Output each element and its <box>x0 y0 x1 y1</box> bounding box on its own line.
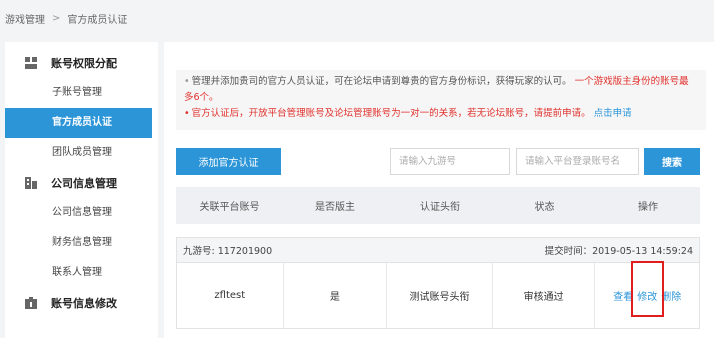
sidebar-group-account-edit: 账号信息修改 <box>5 288 158 318</box>
column-header: 状态 <box>534 202 555 213</box>
record-header: 九游号: 117201900 提交时间：2019-05-13 14:59:24 <box>177 238 699 263</box>
sidebar-item-company-info[interactable]: 公司信息管理 <box>5 198 158 228</box>
notice-line-1: • 管理并添加贵司的官方人员认证，可在论坛申请到尊贵的官方身份标识，获得玩家的认可… <box>184 74 698 106</box>
bullet-icon: • <box>184 108 190 119</box>
notice-box: • 管理并添加贵司的官方人员认证，可在论坛申请到尊贵的官方身份标识，获得玩家的认可… <box>176 70 706 130</box>
highlight-box <box>631 261 665 317</box>
breadcrumb-current: 官方成员认证 <box>67 14 128 26</box>
table-header: 关联平台账号 是否版主 认证头衔 状态 操作 <box>176 187 700 224</box>
column-header: 关联平台账号 <box>199 202 260 213</box>
submit-time: 提交时间：2019-05-13 14:59:24 <box>544 246 693 257</box>
column-header: 认证头衔 <box>420 202 460 213</box>
breadcrumb: 游戏管理 > 官方成员认证 <box>0 0 714 36</box>
sidebar-item-team-members[interactable]: 团队成员管理 <box>5 138 158 168</box>
notice-warning: 官方认证后，开放平台管理账号及论坛管理账号为一对一的关系，若无论坛账号，请提前申… <box>191 108 591 119</box>
view-link[interactable]: 查看 <box>613 288 633 303</box>
sidebar-item-official-member-auth[interactable]: 官方成员认证 <box>5 108 152 138</box>
jiuyou-id-search-input[interactable] <box>390 148 510 175</box>
search-button[interactable]: 搜索 <box>644 148 700 175</box>
sidebar-group-label: 账号信息修改 <box>51 297 117 310</box>
sidebar-item-contacts[interactable]: 联系人管理 <box>5 258 158 288</box>
cell-account: zfltest <box>177 263 284 328</box>
sidebar-group-account-permission: 账号权限分配 <box>5 48 158 78</box>
cell-actions: 查看 修改 删除 <box>595 261 699 328</box>
record-body: zfltest 是 测试账号头衔 审核通过 查看 修改 删除 <box>177 261 699 328</box>
table-row: 九游号: 117201900 提交时间：2019-05-13 14:59:24 … <box>176 237 700 329</box>
cell-title: 测试账号头衔 <box>387 263 493 328</box>
jiuyou-id: 九游号: 117201900 <box>183 246 273 257</box>
notice-line-2: • 官方认证后，开放平台管理账号及论坛管理账号为一对一的关系，若无论坛账号，请提前… <box>184 106 698 122</box>
account-name-search-input[interactable] <box>516 148 639 175</box>
sidebar-group-label: 账号权限分配 <box>51 57 117 70</box>
cell-status: 审核通过 <box>493 263 596 328</box>
company-icon <box>24 176 38 190</box>
apply-link[interactable]: 点击申请 <box>594 108 632 119</box>
account-permission-icon <box>24 56 38 70</box>
add-official-auth-button[interactable]: 添加官方认证 <box>176 148 281 175</box>
main-content: • 管理并添加贵司的官方人员认证，可在论坛申请到尊贵的官方身份标识，获得玩家的认可… <box>164 42 714 338</box>
breadcrumb-parent[interactable]: 游戏管理 <box>5 11 45 26</box>
sidebar: 账号权限分配 子账号管理 官方成员认证 团队成员管理 公司信息管理 公司信息管理… <box>5 42 158 338</box>
cell-is-moderator: 是 <box>284 263 388 328</box>
bullet-icon: • <box>184 76 190 87</box>
account-edit-icon <box>24 296 38 310</box>
notice-text: 管理并添加贵司的官方人员认证，可在论坛申请到尊贵的官方身份标识，获得玩家的认可。 <box>191 76 572 87</box>
breadcrumb-separator: > <box>52 12 61 24</box>
column-header: 操作 <box>638 202 658 213</box>
sidebar-item-sub-accounts[interactable]: 子账号管理 <box>5 78 158 108</box>
column-header: 是否版主 <box>315 202 355 213</box>
sidebar-group-company-info: 公司信息管理 <box>5 168 158 198</box>
sidebar-group-label: 公司信息管理 <box>51 177 117 190</box>
sidebar-item-finance-info[interactable]: 财务信息管理 <box>5 228 158 258</box>
